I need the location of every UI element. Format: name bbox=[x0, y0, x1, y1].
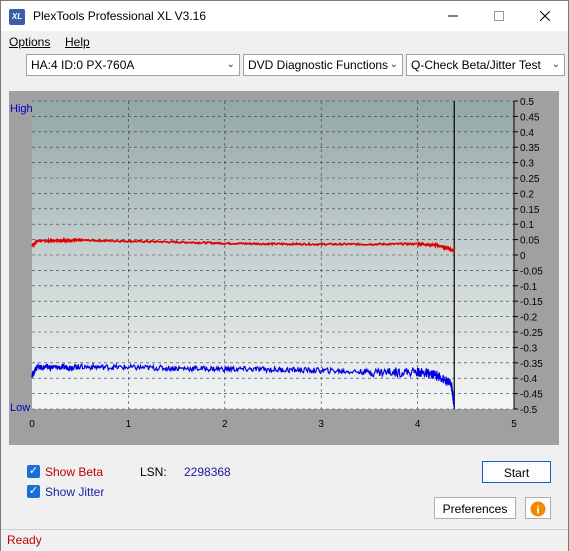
status-bar: Ready bbox=[1, 529, 568, 551]
minimize-icon bbox=[448, 15, 458, 17]
chevron-down-icon: ⌄ bbox=[389, 59, 398, 70]
status-text: Ready bbox=[7, 533, 42, 547]
y-tick-label: 0.25 bbox=[520, 174, 540, 185]
y-tick-label: -0.15 bbox=[520, 297, 543, 308]
y-tick-label: 0 bbox=[520, 251, 526, 262]
y-tick-label: -0.05 bbox=[520, 266, 543, 277]
x-tick-label: 3 bbox=[318, 419, 324, 430]
lsn-value: 2298368 bbox=[184, 465, 231, 479]
chevron-down-icon: ⌄ bbox=[226, 59, 235, 70]
test-select[interactable]: Q-Check Beta/Jitter Test ⌄ bbox=[406, 54, 565, 76]
menu-help-label: Help bbox=[65, 35, 90, 49]
function-select-value: DVD Diagnostic Functions bbox=[248, 58, 389, 72]
info-icon: i bbox=[530, 501, 546, 517]
close-icon bbox=[540, 11, 550, 21]
show-beta-checkbox[interactable]: ✓ bbox=[27, 465, 40, 478]
control-panel: ✓ Show Beta ✓ Show Jitter LSN: 2298368 S… bbox=[9, 455, 559, 523]
show-jitter-checkbox[interactable]: ✓ bbox=[27, 485, 40, 498]
minimize-button[interactable] bbox=[430, 1, 476, 31]
y-tick-label: -0.3 bbox=[520, 343, 538, 354]
x-tick-label: 5 bbox=[511, 419, 517, 430]
x-tick-label: 2 bbox=[222, 419, 228, 430]
y-tick-label: 0.35 bbox=[520, 143, 540, 154]
drive-select-value: HA:4 ID:0 PX-760A bbox=[31, 58, 135, 72]
test-select-value: Q-Check Beta/Jitter Test bbox=[411, 58, 541, 72]
x-tick-label: 0 bbox=[29, 419, 35, 430]
chevron-down-icon: ⌄ bbox=[551, 59, 560, 70]
drive-select[interactable]: HA:4 ID:0 PX-760A ⌄ bbox=[26, 54, 240, 76]
y-tick-label: 0.5 bbox=[520, 97, 534, 108]
y-tick-label: -0.25 bbox=[520, 328, 543, 339]
high-label: High bbox=[10, 103, 33, 115]
y-tick-label: 0.4 bbox=[520, 128, 534, 139]
preferences-button-label: Preferences bbox=[442, 502, 508, 516]
window-title: PlexTools Professional XL V3.16 bbox=[33, 9, 206, 23]
menu-options-label: Options bbox=[9, 35, 51, 49]
y-tick-label: 0.45 bbox=[520, 112, 540, 123]
menu-bar: Options Help bbox=[1, 32, 568, 52]
x-axis: 0 1 2 3 4 5 bbox=[29, 419, 517, 430]
toolbar: HA:4 ID:0 PX-760A ⌄ DVD Diagnostic Funct… bbox=[1, 53, 568, 79]
close-button[interactable] bbox=[522, 1, 568, 31]
title-bar: XL PlexTools Professional XL V3.16 bbox=[1, 1, 568, 31]
menu-options[interactable]: Options bbox=[9, 35, 50, 49]
low-label: Low bbox=[10, 402, 30, 414]
info-button[interactable]: i bbox=[525, 497, 551, 519]
y-tick-label: -0.35 bbox=[520, 359, 543, 370]
y-tick-label: 0.1 bbox=[520, 220, 534, 231]
grid-lines bbox=[32, 100, 514, 410]
y-tick-label: 0.2 bbox=[520, 189, 534, 200]
preferences-button[interactable]: Preferences bbox=[434, 497, 516, 519]
y-tick-label: -0.1 bbox=[520, 282, 538, 293]
y-tick-label: -0.4 bbox=[520, 374, 538, 385]
menu-help[interactable]: Help bbox=[65, 35, 90, 49]
x-tick-label: 4 bbox=[415, 419, 421, 430]
y-tick-label: 0.05 bbox=[520, 236, 540, 247]
lsn-label: LSN: bbox=[140, 465, 167, 479]
maximize-button[interactable] bbox=[476, 1, 522, 31]
svg-text:i: i bbox=[536, 505, 539, 517]
y-tick-label: -0.45 bbox=[520, 390, 543, 401]
y-axis: 0.5 0.45 0.4 0.35 0.3 0.25 0.2 0.15 0.1 0.05 0 -0.0… bbox=[513, 97, 543, 416]
show-jitter-label: Show Jitter bbox=[45, 485, 105, 499]
y-tick-label: 0.15 bbox=[520, 205, 540, 216]
chart-panel: 0.5 0.45 0.4 0.35 0.3 0.25 0.2 0.15 0.1 0.05 0 -0.0… bbox=[9, 91, 559, 445]
maximize-icon bbox=[494, 11, 504, 21]
y-tick-label: -0.2 bbox=[520, 313, 538, 324]
y-tick-label: -0.5 bbox=[520, 405, 538, 416]
show-beta-label: Show Beta bbox=[45, 465, 104, 479]
y-tick-label: 0.3 bbox=[520, 159, 534, 170]
app-logo-icon: XL bbox=[9, 9, 25, 25]
app-window: XL PlexTools Professional XL V3.16 Optio… bbox=[0, 0, 569, 551]
start-button-label: Start bbox=[503, 466, 530, 480]
start-button[interactable]: Start bbox=[482, 461, 551, 483]
beta-jitter-chart: 0.5 0.45 0.4 0.35 0.3 0.25 0.2 0.15 0.1 0.05 0 -0.0… bbox=[10, 97, 543, 430]
x-tick-label: 1 bbox=[126, 419, 132, 430]
function-select[interactable]: DVD Diagnostic Functions ⌄ bbox=[243, 54, 403, 76]
